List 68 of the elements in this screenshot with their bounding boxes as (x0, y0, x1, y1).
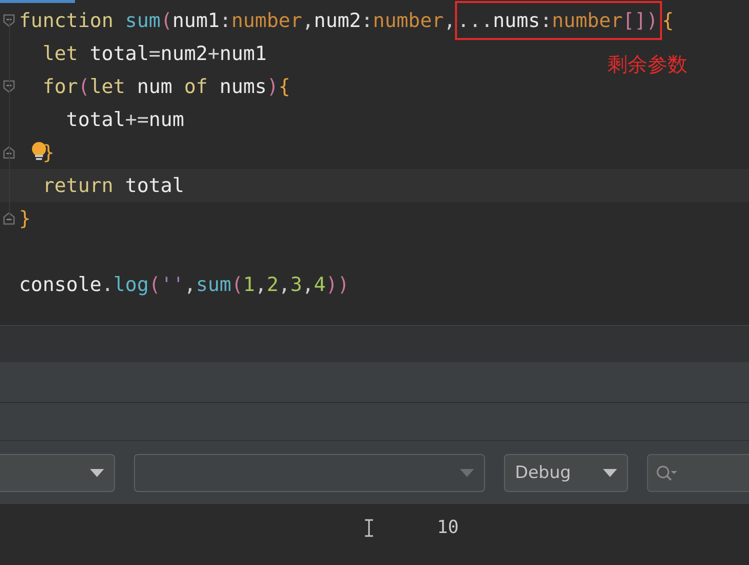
bracket: ( (78, 75, 90, 98)
punctuation: , (444, 9, 456, 32)
bracket: )) (326, 273, 350, 296)
function-name: sum (125, 9, 161, 32)
search-field[interactable] (647, 454, 749, 492)
punctuation: , (278, 273, 290, 296)
caret-icon (603, 468, 617, 476)
punctuation: + (208, 42, 220, 65)
punctuation: , (302, 9, 314, 32)
punctuation: , (254, 273, 267, 296)
identifier: num1 (220, 42, 267, 65)
type-name: number (372, 9, 444, 32)
function-name: sum (196, 273, 232, 296)
fold-icon[interactable] (3, 212, 15, 225)
keyword: function (19, 9, 114, 32)
text-cursor-icon (364, 519, 374, 537)
bracket: ) (266, 75, 279, 98)
fold-icon[interactable] (3, 14, 15, 27)
bracket: ( (231, 273, 244, 296)
search-icon (656, 464, 678, 480)
caret-icon (90, 468, 104, 476)
punctuation: : (220, 9, 232, 32)
identifier: total (90, 42, 149, 65)
punctuation: += (125, 108, 149, 131)
bracket: ( (160, 9, 172, 32)
identifier: total (125, 174, 184, 197)
punctuation: ... (457, 9, 493, 32)
identifier: num (136, 75, 174, 98)
punctuation: , (302, 273, 314, 296)
brace: } (42, 141, 54, 164)
punctuation: : (540, 9, 552, 32)
identifier: num (148, 108, 184, 131)
identifier: num1 (172, 9, 220, 32)
bracket: [] (622, 9, 646, 32)
punctuation: : (361, 9, 373, 32)
function-name: log (113, 273, 149, 296)
punctuation: = (148, 42, 161, 65)
number-literal: 3 (290, 273, 302, 296)
identifier: num2 (314, 9, 362, 32)
bracket: ( (148, 273, 161, 296)
annotation-label: 剩余参数 (607, 51, 688, 78)
keyword: let (42, 42, 79, 65)
number-literal: 1 (243, 273, 255, 296)
number-literal: 4 (314, 273, 326, 296)
identifier: nums (492, 9, 540, 32)
keyword: return (42, 174, 114, 197)
type-name: number (231, 9, 302, 32)
identifier: num2 (160, 42, 208, 65)
brace: } (19, 207, 31, 230)
console-output: 10 (437, 517, 459, 538)
bracket: ) (646, 9, 658, 32)
keyword: let (90, 75, 126, 98)
identifier: console (19, 273, 102, 296)
dropdown[interactable]: Debug (504, 454, 628, 492)
fold-icon[interactable] (3, 80, 15, 93)
caret-icon (460, 468, 474, 476)
fold-icon[interactable] (3, 146, 15, 159)
identifier: total (66, 108, 126, 131)
punctuation: . (102, 273, 114, 296)
number-literal: 2 (266, 273, 279, 296)
brace: { (662, 9, 674, 32)
identifier: nums (220, 75, 267, 98)
keyword: of (184, 75, 209, 98)
punctuation: , (184, 273, 196, 296)
string-literal: '' (160, 273, 184, 296)
brace: { (278, 75, 290, 98)
keyword: for (42, 75, 78, 98)
type-name: number (552, 9, 623, 32)
